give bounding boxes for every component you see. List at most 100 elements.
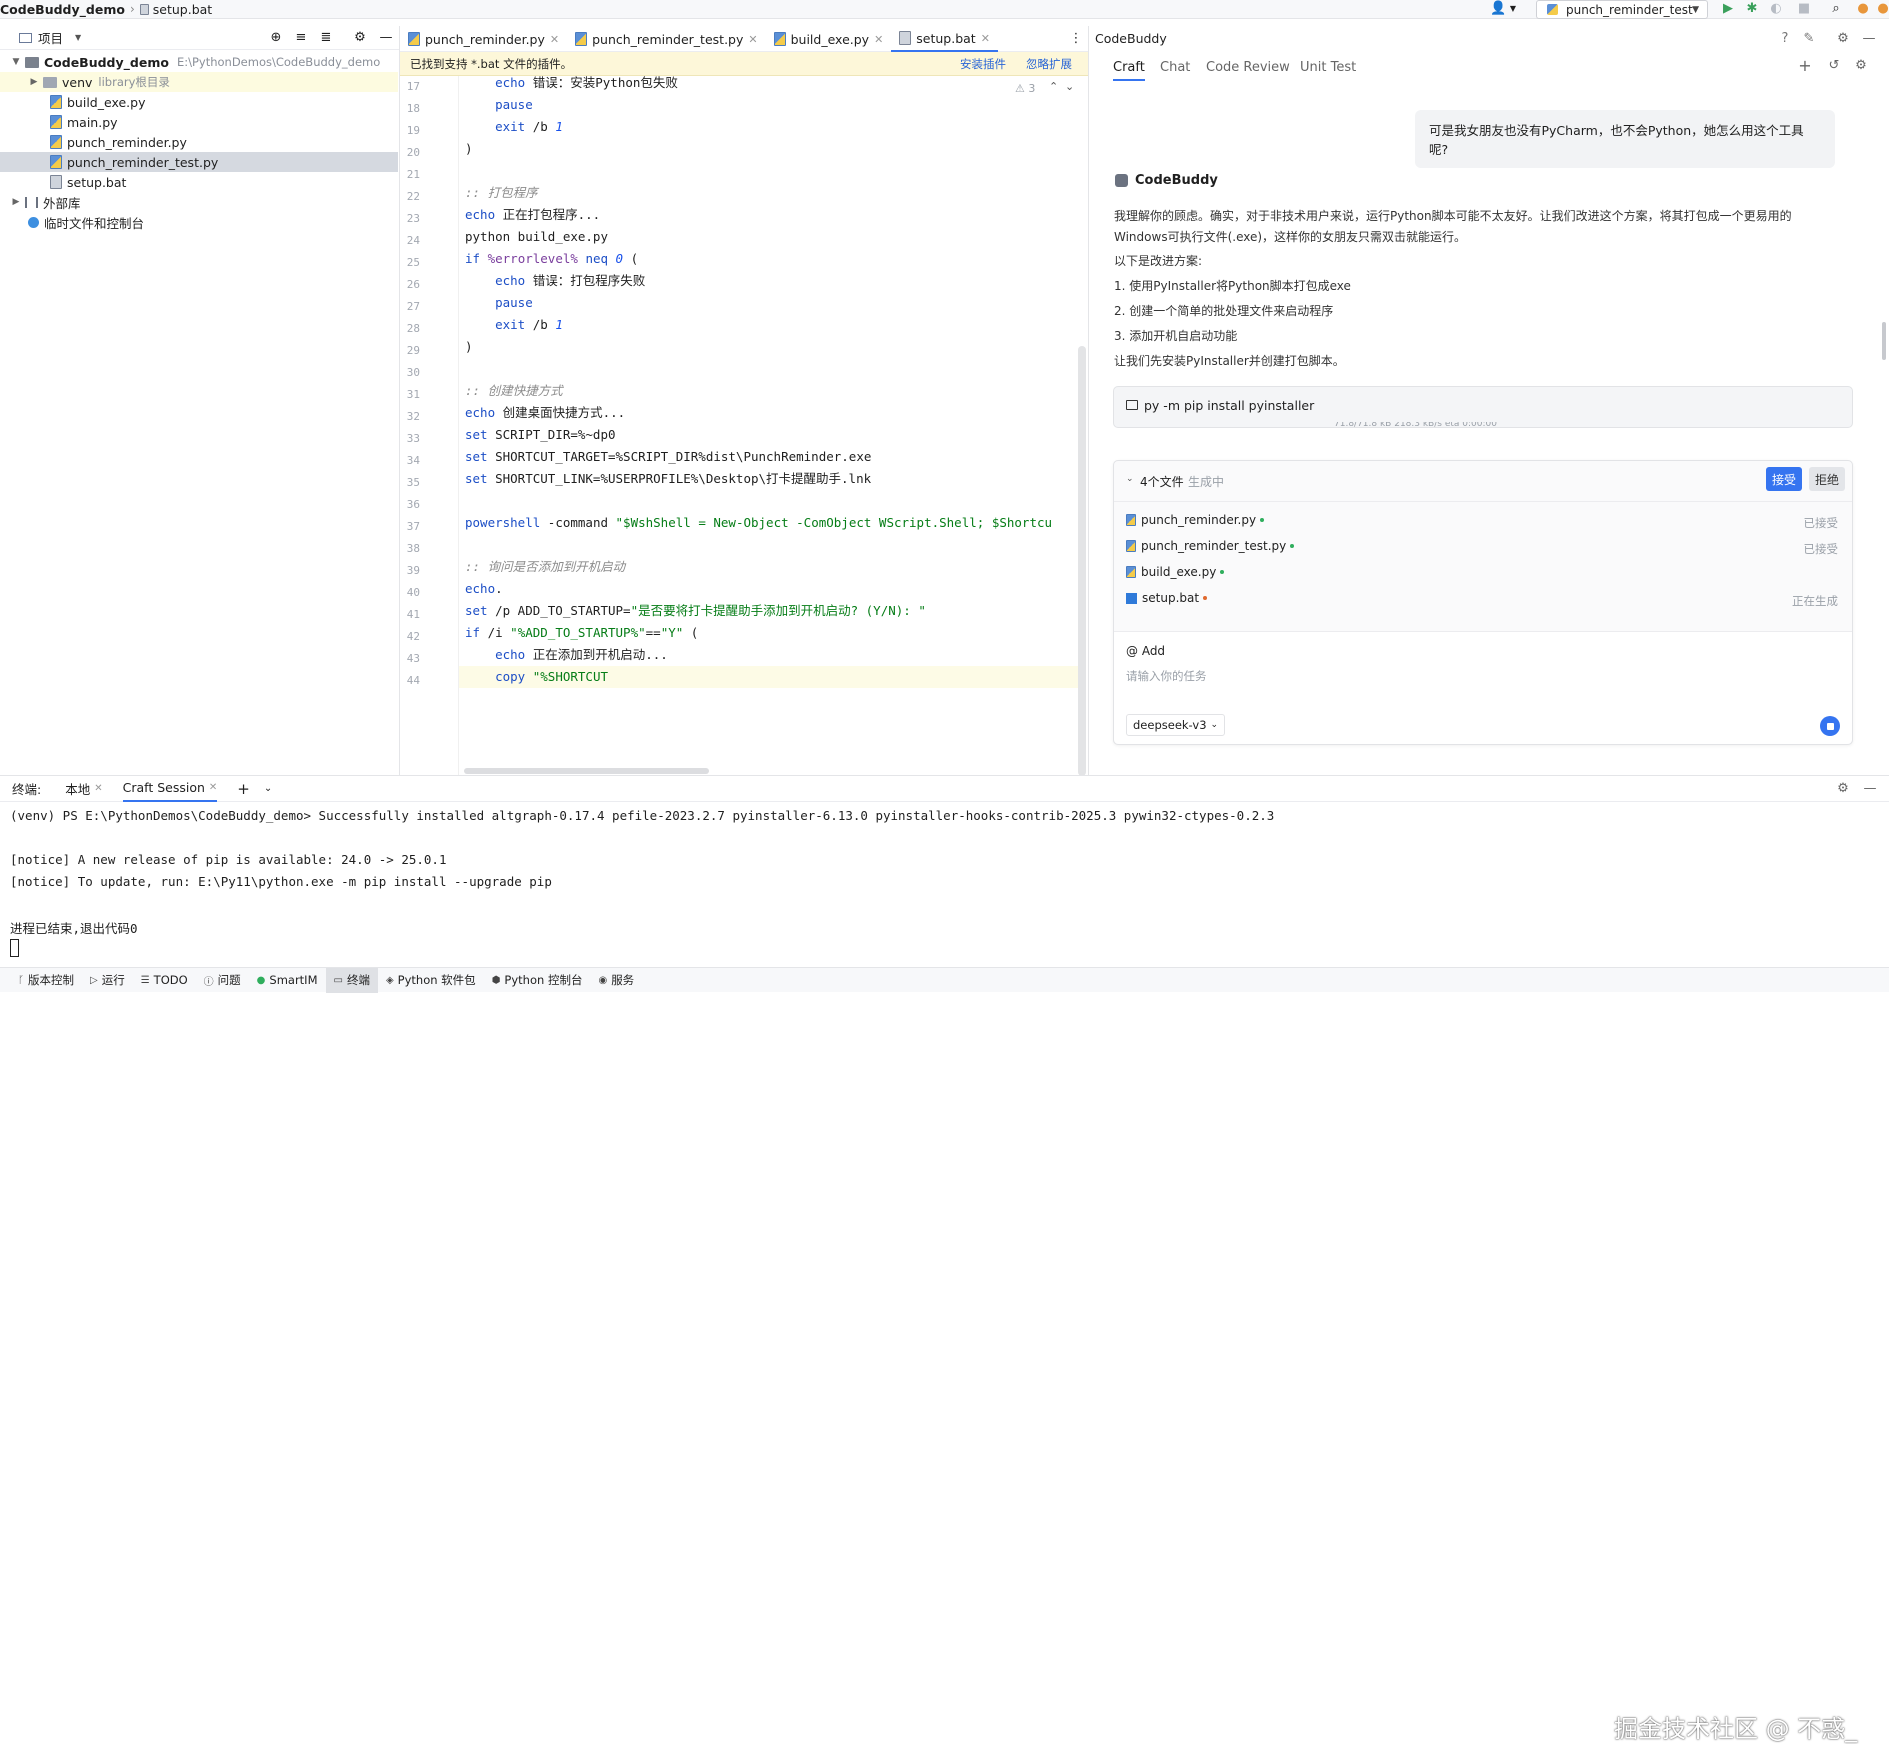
search-icon[interactable]: ⌕ (1828, 1, 1844, 17)
code-line[interactable]: echo 错误：安装Python包失败 (465, 76, 678, 94)
code-line[interactable]: echo 错误：打包程序失败 (465, 270, 645, 292)
tool-todo[interactable]: ☰ TODO (133, 968, 196, 993)
code-line[interactable]: set SHORTCUT_TARGET=%SCRIPT_DIR%dist\Pun… (465, 446, 871, 468)
tab-craft[interactable]: Craft (1113, 60, 1145, 81)
code-line[interactable]: set SCRIPT_DIR=%~dp0 (465, 424, 616, 446)
generated-file-item[interactable]: setup.bat (1126, 591, 1208, 605)
panel-scrollbar[interactable] (1882, 322, 1886, 360)
accept-button[interactable]: 接受 (1766, 467, 1802, 491)
add-context-button[interactable]: @ Add (1126, 644, 1165, 658)
tab-punch-reminder-test[interactable]: punch_reminder_test.py ✕ (567, 26, 766, 52)
tool-run[interactable]: ▷ 运行 (82, 968, 133, 993)
gear-icon[interactable]: ⚙ (1835, 31, 1851, 47)
locate-icon[interactable]: ⊕ (268, 30, 284, 46)
code-line[interactable]: :: 创建快捷方式 (465, 380, 563, 402)
tree-item-file[interactable]: punch_reminder.py (0, 132, 398, 152)
tab-setup-bat[interactable]: setup.bat ✕ (891, 26, 998, 52)
code-line[interactable]: pause (465, 94, 533, 116)
chevron-down-icon[interactable]: ⌄ (1126, 474, 1134, 484)
ignore-extension-link[interactable]: 忽略扩展 (1026, 56, 1072, 72)
code-area[interactable]: echo 错误：安装Python包失败 pause exit /b 1):: 打… (458, 76, 1078, 775)
breadcrumb-file[interactable]: setup.bat (153, 2, 212, 17)
tree-item-root[interactable]: ▼ CodeBuddy_demo E:\PythonDemos\CodeBudd… (0, 52, 398, 72)
chevron-down-icon[interactable]: ▼ (75, 33, 81, 42)
tool-problems[interactable]: ⓘ 问题 (196, 968, 249, 993)
edit-icon[interactable]: ✎ (1801, 31, 1817, 47)
debug-icon[interactable]: ✱ (1744, 1, 1760, 17)
gear-icon[interactable]: ⚙ (1835, 781, 1851, 797)
code-line[interactable]: powershell -command "$WshShell = New-Obj… (465, 512, 1052, 534)
tool-services[interactable]: ◉ 服务 (590, 968, 642, 993)
code-line[interactable]: set /p ADD_TO_STARTUP="是否要将打卡提醒助手添加到开机启动… (465, 600, 926, 622)
code-line[interactable]: exit /b 1 (465, 314, 563, 336)
generated-file-item[interactable]: build_exe.py (1126, 565, 1225, 579)
tree-item-file-selected[interactable]: punch_reminder_test.py (0, 152, 398, 172)
code-line[interactable]: echo. (465, 578, 503, 600)
tree-item-venv[interactable]: ▶ venv library根目录 (0, 72, 398, 92)
tab-craft-session[interactable]: Craft Session ✕ (122, 776, 218, 802)
tool-python-console[interactable]: ⬢ Python 控制台 (484, 968, 591, 993)
code-line[interactable]: ) (465, 138, 473, 160)
tree-item-file[interactable]: main.py (0, 112, 398, 132)
tab-unit-test[interactable]: Unit Test (1300, 60, 1356, 75)
more-icon[interactable]: ⋮ (1068, 31, 1084, 47)
user-icon[interactable]: 👤 (1490, 1, 1506, 17)
code-line[interactable]: :: 询问是否添加到开机启动 (465, 556, 625, 578)
new-tab-icon[interactable]: + (237, 780, 250, 798)
chevron-down-icon[interactable]: ▼ (10, 57, 22, 67)
tab-local[interactable]: 本地 ✕ (65, 779, 102, 798)
chevron-right-icon[interactable]: ▶ (10, 197, 22, 207)
code-line[interactable]: if /i "%ADD_TO_STARTUP%"=="Y" ( (465, 622, 698, 644)
code-line[interactable]: echo 创建桌面快捷方式... (465, 402, 625, 424)
history-icon[interactable]: ↺ (1826, 58, 1842, 74)
plus-icon[interactable]: + (1797, 58, 1813, 74)
run-icon[interactable]: ▶ (1720, 1, 1736, 17)
tool-terminal[interactable]: ▭ 终端 (325, 967, 378, 993)
minimize-icon[interactable]: — (1862, 781, 1878, 797)
code-line[interactable]: pause (465, 292, 533, 314)
close-icon[interactable]: ✕ (874, 33, 883, 46)
install-plugin-link[interactable]: 安装插件 (960, 56, 1006, 72)
chevron-down-icon[interactable]: ⌄ (1065, 80, 1074, 93)
chevron-up-icon[interactable]: ⌃ (1049, 80, 1058, 93)
expand-all-icon[interactable]: ≡ (293, 30, 309, 46)
model-selector[interactable]: deepseek-v3 ⌄ (1126, 714, 1226, 736)
settings-icon[interactable]: ⚙ (1853, 58, 1869, 74)
tool-version-control[interactable]: ᚴ 版本控制 (10, 968, 82, 993)
warning-indicator[interactable]: ⚠ 3 (1015, 82, 1035, 95)
code-line[interactable]: ) (465, 336, 473, 358)
profile-icon[interactable]: ◐ (1768, 1, 1784, 17)
notification-icon[interactable]: ● (1875, 1, 1889, 17)
help-icon[interactable]: ? (1777, 31, 1793, 47)
code-line[interactable]: :: 打包程序 (465, 182, 538, 204)
tool-smartim[interactable]: ● SmartIM (249, 968, 326, 993)
tab-chat[interactable]: Chat (1160, 60, 1190, 75)
tool-python-packages[interactable]: ◈ Python 软件包 (378, 968, 484, 993)
run-config-selector[interactable]: punch_reminder_test ▼ (1536, 0, 1708, 19)
close-icon[interactable]: ✕ (550, 33, 559, 46)
generated-file-item[interactable]: punch_reminder_test.py (1126, 539, 1295, 553)
code-line[interactable]: if %errorlevel% neq 0 ( (465, 248, 638, 270)
reject-button[interactable]: 拒绝 (1809, 467, 1845, 491)
tab-build-exe[interactable]: build_exe.py ✕ (766, 26, 892, 52)
code-line[interactable]: set SHORTCUT_LINK=%USERPROFILE%\Desktop\… (465, 468, 871, 490)
minimize-icon[interactable]: — (1861, 31, 1877, 47)
code-line[interactable]: echo 正在添加到开机启动... (465, 644, 668, 666)
vertical-scrollbar[interactable] (1078, 346, 1086, 776)
code-line[interactable]: echo 正在打包程序... (465, 204, 600, 226)
chevron-down-icon[interactable]: ▼ (1505, 1, 1521, 17)
tab-punch-reminder[interactable]: punch_reminder.py ✕ (400, 26, 567, 52)
collapse-all-icon[interactable]: ≣ (318, 30, 334, 46)
tree-item-external-libraries[interactable]: ▶ 外部库 (0, 192, 398, 212)
tree-item-file[interactable]: setup.bat (0, 172, 398, 192)
tree-item-file[interactable]: build_exe.py (0, 92, 398, 112)
project-panel-title[interactable]: 项目 (38, 28, 63, 47)
close-icon[interactable]: ✕ (94, 783, 102, 794)
breadcrumb-project[interactable]: CodeBuddy_demo (0, 2, 125, 17)
close-icon[interactable]: ✕ (748, 33, 757, 46)
task-input-area[interactable]: @ Add 请输入你的任务 deepseek-v3 ⌄ (1114, 631, 1852, 744)
minimize-icon[interactable]: — (378, 30, 394, 46)
close-icon[interactable]: ✕ (981, 32, 990, 45)
command-block[interactable]: py -m pip install pyinstaller 71.8/71.8 … (1113, 386, 1853, 428)
code-line[interactable]: python build_exe.py (465, 226, 608, 248)
